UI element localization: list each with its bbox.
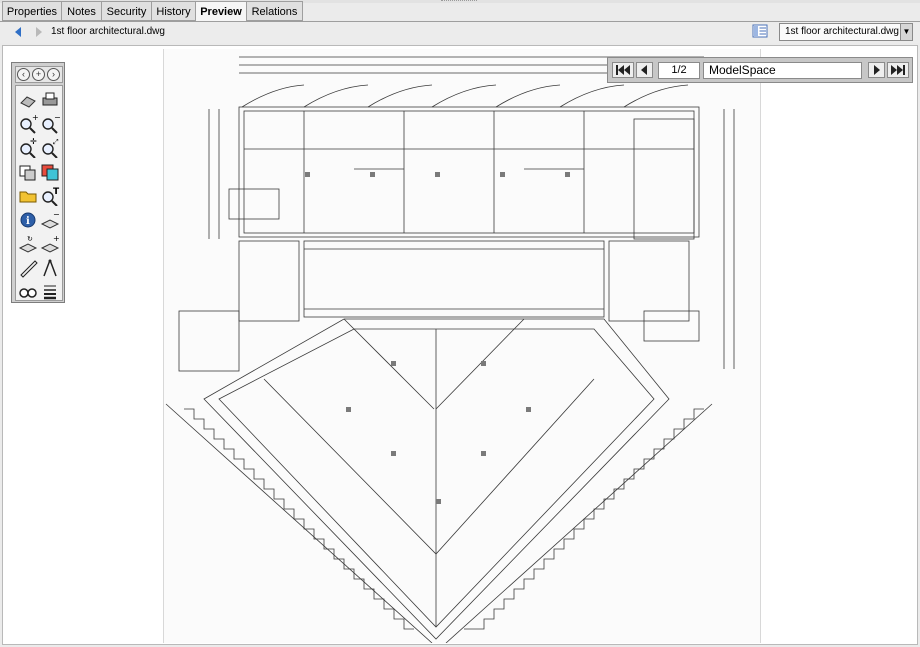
next-page-icon: [874, 65, 880, 75]
next-page-button[interactable]: [868, 62, 885, 78]
svg-text:✛: ✛: [30, 138, 37, 146]
svg-text:T: T: [53, 187, 60, 197]
tab-properties[interactable]: Properties: [2, 1, 62, 21]
info-icon[interactable]: i: [18, 210, 38, 230]
svg-text:−: −: [54, 114, 60, 122]
page-number-field[interactable]: 1/2: [658, 62, 700, 79]
pan-controls: ‹ + ›: [15, 66, 63, 83]
layout-toggle-icon[interactable]: [752, 24, 768, 38]
tab-security[interactable]: Security: [101, 1, 152, 21]
tab-notes[interactable]: Notes: [61, 1, 102, 21]
line-weight-icon[interactable]: [40, 282, 60, 302]
svg-text:+: +: [53, 234, 60, 243]
measure-ruler-icon[interactable]: [18, 258, 38, 278]
zoom-in-icon[interactable]: +: [18, 114, 38, 134]
tab-bar: Properties Notes Security History Previe…: [0, 1, 920, 22]
erase-icon[interactable]: [18, 90, 38, 110]
tab-history[interactable]: History: [151, 1, 196, 21]
layer-colors-icon[interactable]: [40, 162, 60, 182]
svg-text:−: −: [53, 210, 60, 219]
previous-page-icon: [641, 65, 647, 75]
chevron-down-icon[interactable]: ▼: [900, 24, 912, 40]
page-navigator: 1/2 ModelSpace: [607, 57, 913, 83]
pan-right-icon[interactable]: ›: [47, 68, 60, 81]
print-icon[interactable]: [40, 90, 60, 110]
open-folder-icon[interactable]: [18, 186, 38, 206]
file-select-value: 1st floor architectural.dwg: [785, 26, 899, 37]
binoculars-icon[interactable]: [18, 282, 38, 302]
compass-icon[interactable]: [40, 258, 60, 278]
svg-text:↻: ↻: [27, 235, 33, 243]
back-arrow-icon[interactable]: [11, 25, 25, 39]
floor-plan-drawing: [165, 56, 735, 644]
layers-icon[interactable]: [18, 162, 38, 182]
space-name-field[interactable]: ModelSpace: [703, 62, 862, 79]
svg-text:i: i: [26, 216, 30, 227]
pan-left-icon[interactable]: ‹: [17, 68, 30, 81]
svg-text:⤢: ⤢: [53, 138, 59, 146]
svg-text:+: +: [32, 114, 38, 122]
layer-refresh-icon[interactable]: ↻: [18, 234, 38, 254]
last-page-icon: [891, 65, 905, 75]
layer-plus-icon[interactable]: +: [40, 234, 60, 254]
file-select[interactable]: 1st floor architectural.dwg ▼: [779, 23, 913, 41]
tab-preview[interactable]: Preview: [195, 1, 247, 22]
tool-palette: ‹ + › + − ✛ ⤢ T i − ↻ +: [11, 62, 65, 303]
zoom-out-icon[interactable]: −: [40, 114, 60, 134]
zoom-pan-icon[interactable]: ✛: [18, 138, 38, 158]
first-page-icon: [616, 65, 630, 75]
first-page-button[interactable]: [612, 62, 634, 78]
drawing-sheet[interactable]: [163, 49, 761, 644]
tab-relations[interactable]: Relations: [246, 1, 303, 21]
zoom-extents-icon[interactable]: ⤢: [40, 138, 60, 158]
tool-grid: + − ✛ ⤢ T i − ↻ +: [15, 85, 63, 301]
preview-filename: 1st floor architectural.dwg: [51, 26, 165, 37]
forward-arrow-icon[interactable]: [32, 25, 46, 39]
pan-center-icon[interactable]: +: [32, 68, 45, 81]
find-text-icon[interactable]: T: [40, 186, 60, 206]
drawing-viewport[interactable]: [2, 45, 918, 645]
last-page-button[interactable]: [887, 62, 909, 78]
layer-minus-icon[interactable]: −: [40, 210, 60, 230]
previous-page-button[interactable]: [636, 62, 653, 78]
